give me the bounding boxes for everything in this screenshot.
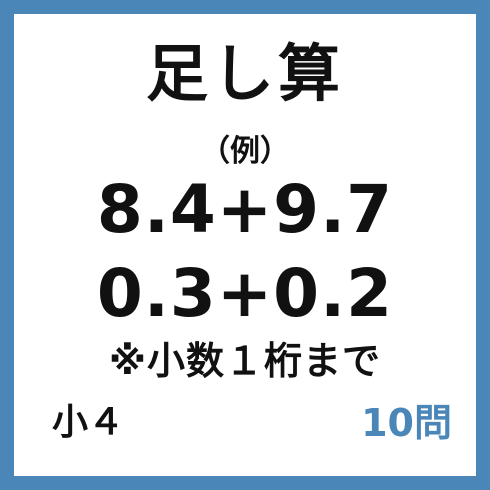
decimal-note: ※小数１桁まで	[109, 339, 381, 383]
question-count: 10問	[361, 401, 452, 445]
worksheet-title: 足し算	[145, 37, 344, 110]
worksheet-card: 足し算 （例） 8.4+9.7 0.3+0.2 ※小数１桁まで 小４ 10問	[0, 0, 490, 490]
example-problem-1: 8.4+9.7	[96, 171, 394, 248]
example-problem-2: 0.3+0.2	[96, 255, 394, 332]
grade-label: 小４	[52, 402, 125, 443]
example-label: （例）	[200, 134, 290, 169]
